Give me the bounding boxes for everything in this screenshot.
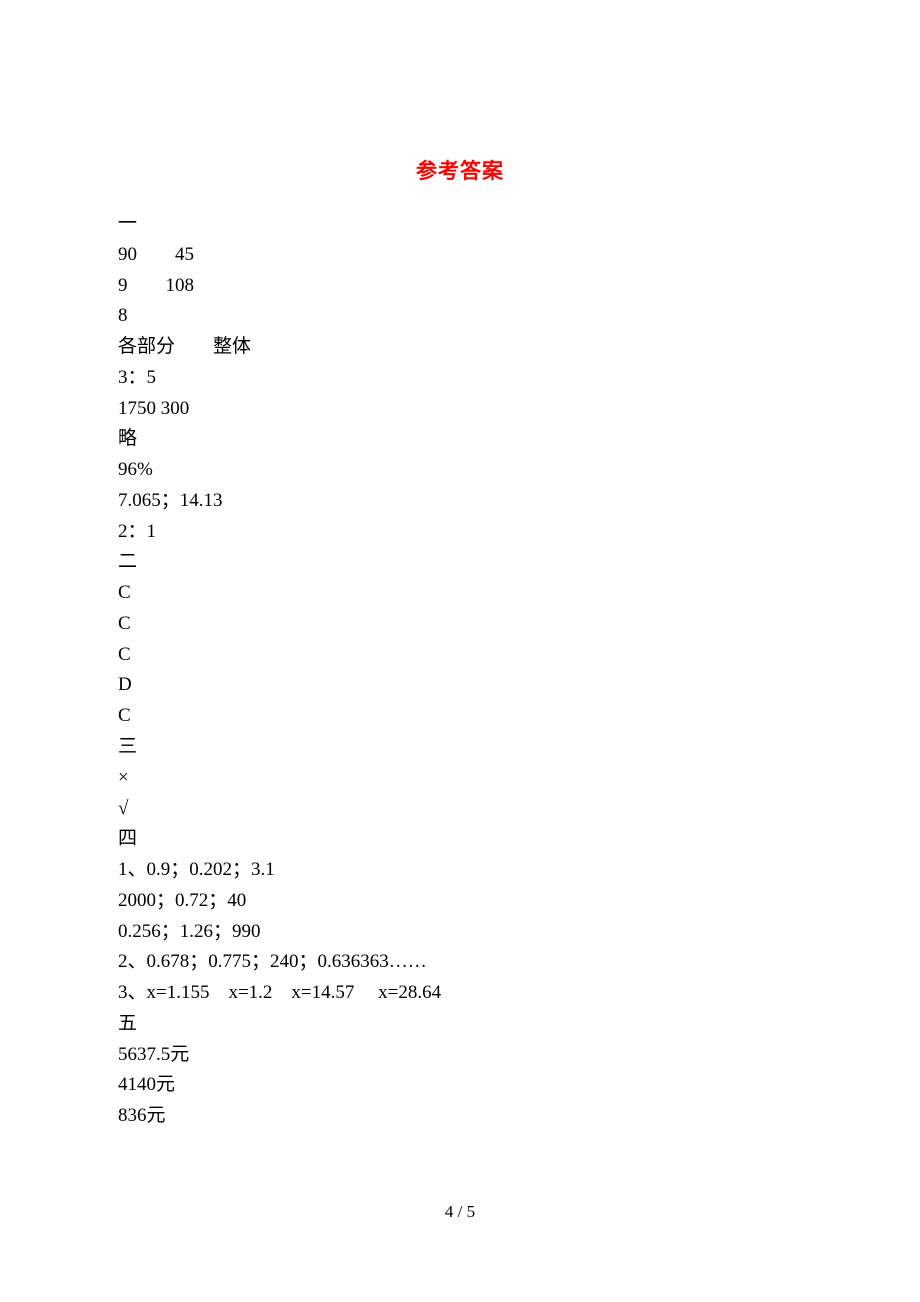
answer-line: 略 (118, 424, 802, 455)
answer-key-title: 参考答案 (118, 155, 802, 185)
page-number: 4 / 5 (0, 1202, 920, 1222)
answer-line: C (118, 578, 802, 609)
answer-line: 3、x=1.155 x=1.2 x=14.57 x=28.64 (118, 978, 802, 1009)
answer-line: 1750 300 (118, 394, 802, 425)
section-five-header: 五 (118, 1009, 802, 1040)
answer-line: × (118, 763, 802, 794)
answer-line: C (118, 701, 802, 732)
answer-content: 一 90 45 9 108 8 各部分 整体 3：5 1750 300 略 96… (118, 209, 802, 1132)
section-two-header: 二 (118, 547, 802, 578)
answer-line: 2：1 (118, 517, 802, 548)
answer-line: 8 (118, 301, 802, 332)
answer-line: 5637.5元 (118, 1040, 802, 1071)
answer-line: 96% (118, 455, 802, 486)
answer-line: 3：5 (118, 363, 802, 394)
answer-line: C (118, 640, 802, 671)
page-container: 参考答案 一 90 45 9 108 8 各部分 整体 3：5 1750 300… (0, 0, 920, 1132)
answer-line: D (118, 670, 802, 701)
section-one-header: 一 (118, 209, 802, 240)
answer-line: 4140元 (118, 1070, 802, 1101)
answer-line: √ (118, 794, 802, 825)
answer-line: 90 45 (118, 240, 802, 271)
answer-line: 2000；0.72；40 (118, 886, 802, 917)
answer-line: 9 108 (118, 271, 802, 302)
section-three-header: 三 (118, 732, 802, 763)
answer-line: 7.065；14.13 (118, 486, 802, 517)
answer-line: 各部分 整体 (118, 332, 802, 363)
section-four-header: 四 (118, 824, 802, 855)
answer-line: 836元 (118, 1101, 802, 1132)
answer-line: 0.256；1.26；990 (118, 917, 802, 948)
answer-line: 2、0.678；0.775；240；0.636363…… (118, 947, 802, 978)
answer-line: 1、0.9；0.202；3.1 (118, 855, 802, 886)
answer-line: C (118, 609, 802, 640)
